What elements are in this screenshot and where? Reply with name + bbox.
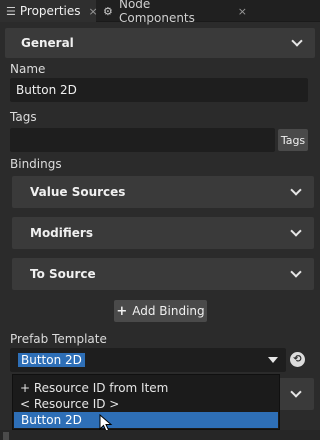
chevron-down-icon <box>290 266 302 278</box>
chevron-down-icon <box>290 225 302 237</box>
to-source-label: To Source <box>30 267 96 281</box>
add-binding-label: Add Binding <box>132 304 205 318</box>
caret-down-icon <box>268 357 278 363</box>
chevron-down-icon <box>290 184 302 196</box>
dropdown-option[interactable]: < Resource ID > <box>13 396 279 412</box>
components-icon: ⚙ <box>103 4 113 18</box>
section-general-label: General <box>21 36 74 50</box>
tags-input[interactable] <box>10 128 275 152</box>
modifiers-header[interactable]: Modifiers <box>12 217 314 249</box>
tags-button[interactable]: Tags <box>278 129 308 151</box>
tags-label: Tags <box>10 110 37 124</box>
prefab-template-select[interactable]: Button 2D <box>10 348 286 372</box>
tab-bar: ☰ Properties × ⚙ Node Components × <box>0 0 320 25</box>
add-binding-button[interactable]: + Add Binding <box>114 300 207 322</box>
section-general-header[interactable]: General <box>5 28 315 58</box>
prefab-template-value: Button 2D <box>18 353 85 367</box>
chevron-down-icon <box>290 386 302 398</box>
tab-node-components[interactable]: ⚙ Node Components × <box>97 0 247 25</box>
dropdown-option-selected[interactable]: Button 2D <box>14 412 278 428</box>
prefab-template-label: Prefab Template <box>10 332 107 346</box>
to-source-header[interactable]: To Source <box>12 258 314 290</box>
name-label: Name <box>10 62 46 76</box>
tab-properties[interactable]: ☰ Properties × <box>0 0 98 22</box>
chevron-down-icon <box>291 35 303 47</box>
bindings-label: Bindings <box>10 157 62 171</box>
modifiers-label: Modifiers <box>30 226 93 240</box>
name-input[interactable]: Button 2D <box>10 78 308 102</box>
bottom-strip <box>0 430 320 440</box>
prefab-template-dropdown: + Resource ID from Item < Resource ID > … <box>12 374 280 430</box>
dropdown-option[interactable]: + Resource ID from Item <box>13 380 279 396</box>
list-icon: ☰ <box>6 4 16 18</box>
close-icon[interactable]: × <box>238 5 247 18</box>
tab-node-components-label: Node Components <box>118 0 195 25</box>
value-sources-header[interactable]: Value Sources <box>12 176 314 208</box>
value-sources-label: Value Sources <box>30 185 126 199</box>
plus-icon: + <box>116 303 128 319</box>
scroll-handle[interactable] <box>3 432 9 440</box>
tab-properties-label: Properties <box>19 4 81 18</box>
reset-icon[interactable]: ⟲ <box>290 352 305 367</box>
